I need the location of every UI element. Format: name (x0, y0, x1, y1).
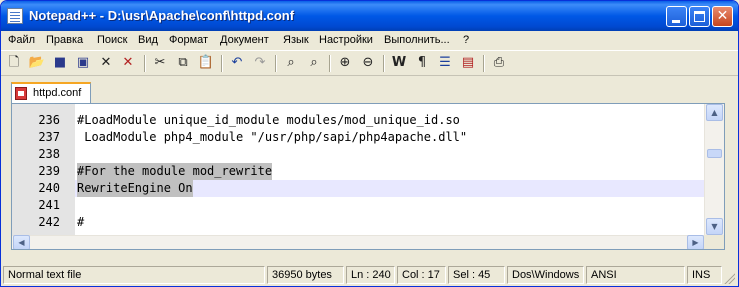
toolbar-separator (483, 55, 485, 72)
toolbar-separator (144, 55, 146, 72)
status-insert-mode: INS (687, 266, 722, 284)
line-text: LoadModule php4_module "/usr/php/sapi/ph… (77, 130, 468, 144)
line-number: 242 (38, 215, 60, 229)
menu-help[interactable]: ? (463, 34, 469, 46)
zoom-in-icon[interactable]: ⊕ (336, 54, 354, 72)
chevron-right-icon: ▶ (692, 238, 699, 247)
status-file-size: 36950 bytes (267, 266, 344, 284)
title-bar[interactable]: Notepad++ - D:\usr\Apache\conf\httpd.con… (1, 1, 738, 31)
notepad-app-icon[interactable] (7, 8, 23, 24)
chevron-up-icon: ▲ (711, 108, 718, 117)
save-all-icon[interactable]: ▣ (74, 54, 92, 72)
paste-icon[interactable]: 📋 (197, 54, 215, 72)
close-all-icon[interactable]: ✕ (119, 54, 137, 72)
undo-icon[interactable]: ↶ (228, 54, 246, 72)
status-file-type: Normal text file (3, 266, 265, 284)
scroll-left-button[interactable]: ◀ (13, 235, 30, 249)
line-number: 238 (38, 147, 60, 161)
editor[interactable]: 236 #LoadModule unique_id_module modules… (11, 103, 725, 250)
vertical-scroll-thumb[interactable] (707, 149, 722, 158)
menu-format[interactable]: Формат (169, 34, 208, 46)
save-icon[interactable]: ■ (51, 54, 69, 72)
print-icon[interactable]: ⎙ (490, 54, 508, 72)
horizontal-scrollbar[interactable]: ◀ ▶ (12, 235, 704, 249)
tab-httpd-conf[interactable]: httpd.conf (11, 82, 91, 104)
code-line: 237 LoadModule php4_module "/usr/php/sap… (12, 129, 704, 146)
menu-settings[interactable]: Настройки (319, 34, 373, 46)
line-number: 240 (38, 181, 60, 195)
menu-language[interactable]: Язык (283, 34, 309, 46)
status-encoding: ANSI (586, 266, 685, 284)
close-window-button[interactable]: ✕ (712, 6, 733, 27)
vertical-scrollbar[interactable]: ▲ ▼ (704, 104, 724, 235)
toolbar: 🗋 📂 ■ ▣ ✕ ✕ ✂ ⧉ 📋 ↶ ↷ ⌕ ⌕ ⊕ ⊖ W ¶ ☰ ▤ ⎙ (1, 50, 738, 76)
copy-icon[interactable]: ⧉ (174, 54, 192, 72)
cut-icon[interactable]: ✂ (151, 54, 169, 72)
close-icon[interactable]: ✕ (97, 54, 115, 72)
notepadpp-window: Notepad++ - D:\usr\Apache\conf\httpd.con… (0, 0, 739, 287)
menu-search[interactable]: Поиск (97, 34, 127, 46)
line-text: # (77, 215, 85, 229)
saved-file-icon (15, 87, 27, 100)
toolbar-separator (329, 55, 331, 72)
tab-strip: httpd.conf (1, 77, 738, 104)
show-all-chars-icon[interactable]: ¶ (413, 54, 431, 72)
status-column: Col : 17 (397, 266, 446, 284)
maximize-button[interactable] (689, 6, 710, 27)
menu-bar: Файл Правка Поиск Вид Формат Документ Яз… (1, 31, 738, 50)
menu-document[interactable]: Документ (220, 34, 269, 46)
toolbar-separator (383, 55, 385, 72)
indent-guide-icon[interactable]: ☰ (436, 54, 454, 72)
toolbar-separator (275, 55, 277, 72)
menu-view[interactable]: Вид (138, 34, 158, 46)
tab-label: httpd.conf (33, 87, 82, 99)
line-number: 236 (38, 113, 60, 127)
menu-file[interactable]: Файл (8, 34, 35, 46)
new-file-icon[interactable]: 🗋 (5, 54, 23, 72)
selected-text: #For the module mod_rewrite (77, 163, 273, 180)
code-line: 239 #For the module mod_rewrite (12, 163, 704, 180)
menu-run[interactable]: Выполнить... (384, 34, 450, 46)
line-text: #LoadModule unique_id_module modules/mod… (77, 113, 460, 127)
window-title: Notepad++ - D:\usr\Apache\conf\httpd.con… (29, 8, 295, 23)
toolbar-separator (221, 55, 223, 72)
user-language-icon[interactable]: ▤ (459, 54, 477, 72)
line-number: 237 (38, 130, 60, 144)
zoom-out-icon[interactable]: ⊖ (359, 54, 377, 72)
status-selection: Sel : 45 (448, 266, 505, 284)
scroll-down-button[interactable]: ▼ (706, 218, 723, 235)
open-file-icon[interactable]: 📂 (28, 54, 46, 72)
line-number: 239 (38, 164, 60, 178)
code-line: 242 # (12, 214, 704, 231)
code-line: 236 #LoadModule unique_id_module modules… (12, 112, 704, 129)
find-icon[interactable]: ⌕ (282, 54, 300, 72)
scroll-right-button[interactable]: ▶ (687, 235, 704, 249)
code-line: 238 (12, 146, 704, 163)
scrollbar-corner (704, 235, 724, 249)
code-line: 241 (12, 197, 704, 214)
chevron-left-icon: ◀ (18, 238, 25, 247)
resize-grip[interactable] (723, 272, 735, 284)
status-bar: Normal text file 36950 bytes Ln : 240 Co… (1, 264, 738, 286)
status-line: Ln : 240 (346, 266, 395, 284)
replace-icon[interactable]: ⌕ (305, 54, 323, 72)
close-icon: ✕ (716, 8, 729, 24)
selected-text: RewriteEngine On (77, 180, 193, 197)
redo-icon[interactable]: ↷ (251, 54, 269, 72)
minimize-button[interactable] (666, 6, 687, 27)
chevron-down-icon: ▼ (711, 222, 718, 231)
status-eol-format: Dos\Windows (507, 266, 584, 284)
menu-edit[interactable]: Правка (46, 34, 83, 46)
word-wrap-icon[interactable]: W (390, 54, 408, 72)
code-line-current: 240 RewriteEngine On (12, 180, 704, 197)
line-number: 241 (38, 198, 60, 212)
scroll-up-button[interactable]: ▲ (706, 104, 723, 121)
